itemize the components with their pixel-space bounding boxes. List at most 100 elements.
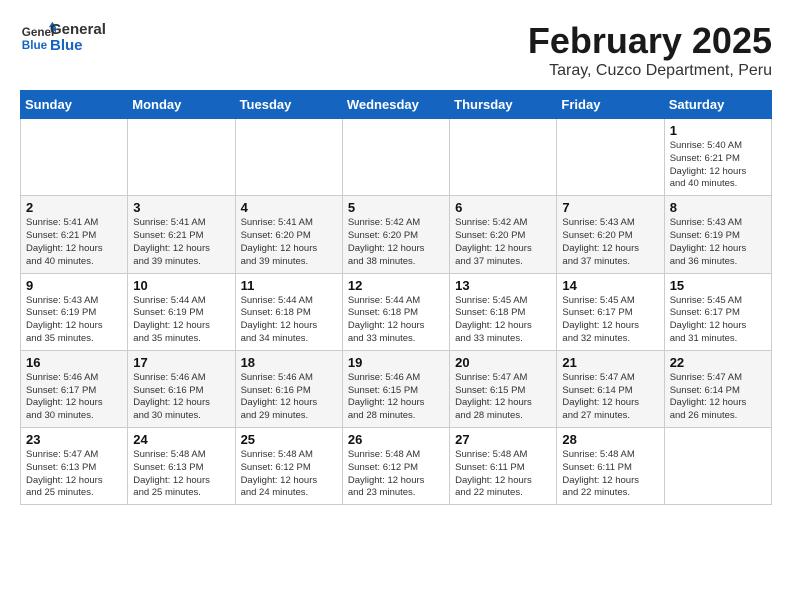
day-number: 12 [348,278,444,293]
day-info: Sunrise: 5:47 AM Sunset: 6:13 PM Dayligh… [26,449,122,500]
day-number: 15 [670,278,766,293]
week-row-4: 16 Sunrise: 5:46 AM Sunset: 6:17 PM Dayli… [21,350,772,427]
day-number: 21 [562,355,658,370]
day-number: 11 [241,278,337,293]
day-info: Sunrise: 5:48 AM Sunset: 6:13 PM Dayligh… [133,449,229,500]
month-title: February 2025 [528,20,772,62]
day-cell-13: 13 Sunrise: 5:45 AM Sunset: 6:18 PM Dayli… [450,273,557,350]
day-number: 2 [26,200,122,215]
day-cell-12: 12 Sunrise: 5:44 AM Sunset: 6:18 PM Dayli… [342,273,449,350]
day-cell-23: 23Sunrise: 5:47 AM Sunset: 6:13 PM Dayli… [21,428,128,505]
day-number: 19 [348,355,444,370]
day-cell-19: 19 Sunrise: 5:46 AM Sunset: 6:15 PM Dayli… [342,350,449,427]
day-info: Sunrise: 5:46 AM Sunset: 6:15 PM Dayligh… [348,372,444,423]
day-number: 18 [241,355,337,370]
svg-text:Blue: Blue [22,39,48,52]
day-info: Sunrise: 5:45 AM Sunset: 6:18 PM Dayligh… [455,295,551,346]
day-cell-2: 2 Sunrise: 5:41 AM Sunset: 6:21 PM Daylig… [21,196,128,273]
day-cell-21: 21Sunrise: 5:47 AM Sunset: 6:14 PM Dayli… [557,350,664,427]
day-info: Sunrise: 5:44 AM Sunset: 6:18 PM Dayligh… [348,295,444,346]
day-info: Sunrise: 5:44 AM Sunset: 6:19 PM Dayligh… [133,295,229,346]
day-number: 1 [670,123,766,138]
day-number: 27 [455,432,551,447]
day-number: 8 [670,200,766,215]
day-number: 25 [241,432,337,447]
day-info: Sunrise: 5:47 AM Sunset: 6:15 PM Dayligh… [455,372,551,423]
empty-cell [664,428,771,505]
day-info: Sunrise: 5:41 AM Sunset: 6:21 PM Dayligh… [26,217,122,268]
day-cell-1: 1 Sunrise: 5:40 AM Sunset: 6:21 PM Daylig… [664,119,771,196]
day-number: 3 [133,200,229,215]
day-cell-16: 16 Sunrise: 5:46 AM Sunset: 6:17 PM Dayli… [21,350,128,427]
day-number: 10 [133,278,229,293]
week-row-1: 1 Sunrise: 5:40 AM Sunset: 6:21 PM Daylig… [21,119,772,196]
day-number: 24 [133,432,229,447]
day-info: Sunrise: 5:46 AM Sunset: 6:16 PM Dayligh… [133,372,229,423]
day-cell-18: 18 Sunrise: 5:46 AM Sunset: 6:16 PM Dayli… [235,350,342,427]
day-info: Sunrise: 5:48 AM Sunset: 6:11 PM Dayligh… [562,449,658,500]
day-number: 14 [562,278,658,293]
day-cell-7: 7Sunrise: 5:43 AM Sunset: 6:20 PM Daylig… [557,196,664,273]
day-cell-15: 15 Sunrise: 5:45 AM Sunset: 6:17 PM Dayli… [664,273,771,350]
day-number: 26 [348,432,444,447]
day-cell-3: 3 Sunrise: 5:41 AM Sunset: 6:21 PM Daylig… [128,196,235,273]
weekday-header-sunday: Sunday [21,91,128,119]
weekday-header-saturday: Saturday [664,91,771,119]
week-row-2: 2 Sunrise: 5:41 AM Sunset: 6:21 PM Daylig… [21,196,772,273]
empty-cell [235,119,342,196]
logo-general: General [50,22,106,39]
day-info: Sunrise: 5:45 AM Sunset: 6:17 PM Dayligh… [562,295,658,346]
day-cell-26: 26 Sunrise: 5:48 AM Sunset: 6:12 PM Dayli… [342,428,449,505]
day-info: Sunrise: 5:44 AM Sunset: 6:18 PM Dayligh… [241,295,337,346]
page-header: General Blue General Blue February 2025 … [20,20,772,80]
day-info: Sunrise: 5:46 AM Sunset: 6:16 PM Dayligh… [241,372,337,423]
empty-cell [450,119,557,196]
day-cell-28: 28 Sunrise: 5:48 AM Sunset: 6:11 PM Dayli… [557,428,664,505]
day-number: 13 [455,278,551,293]
day-cell-8: 8 Sunrise: 5:43 AM Sunset: 6:19 PM Daylig… [664,196,771,273]
location-subtitle: Taray, Cuzco Department, Peru [528,62,772,80]
day-number: 22 [670,355,766,370]
day-info: Sunrise: 5:41 AM Sunset: 6:21 PM Dayligh… [133,217,229,268]
day-info: Sunrise: 5:42 AM Sunset: 6:20 PM Dayligh… [455,217,551,268]
weekday-header-row: SundayMondayTuesdayWednesdayThursdayFrid… [21,91,772,119]
day-cell-27: 27 Sunrise: 5:48 AM Sunset: 6:11 PM Dayli… [450,428,557,505]
day-cell-14: 14 Sunrise: 5:45 AM Sunset: 6:17 PM Dayli… [557,273,664,350]
day-cell-9: 9Sunrise: 5:43 AM Sunset: 6:19 PM Daylig… [21,273,128,350]
day-info: Sunrise: 5:43 AM Sunset: 6:19 PM Dayligh… [26,295,122,346]
day-cell-20: 20 Sunrise: 5:47 AM Sunset: 6:15 PM Dayli… [450,350,557,427]
empty-cell [342,119,449,196]
day-number: 28 [562,432,658,447]
weekday-header-tuesday: Tuesday [235,91,342,119]
empty-cell [557,119,664,196]
empty-cell [21,119,128,196]
day-cell-10: 10 Sunrise: 5:44 AM Sunset: 6:19 PM Dayli… [128,273,235,350]
day-number: 16 [26,355,122,370]
day-number: 6 [455,200,551,215]
day-number: 20 [455,355,551,370]
day-info: Sunrise: 5:48 AM Sunset: 6:11 PM Dayligh… [455,449,551,500]
day-number: 4 [241,200,337,215]
week-row-3: 9Sunrise: 5:43 AM Sunset: 6:19 PM Daylig… [21,273,772,350]
title-block: February 2025 Taray, Cuzco Department, P… [528,20,772,80]
weekday-header-monday: Monday [128,91,235,119]
day-cell-6: 6 Sunrise: 5:42 AM Sunset: 6:20 PM Daylig… [450,196,557,273]
day-info: Sunrise: 5:43 AM Sunset: 6:20 PM Dayligh… [562,217,658,268]
day-info: Sunrise: 5:40 AM Sunset: 6:21 PM Dayligh… [670,140,766,191]
calendar-table: SundayMondayTuesdayWednesdayThursdayFrid… [20,90,772,505]
day-cell-5: 5Sunrise: 5:42 AM Sunset: 6:20 PM Daylig… [342,196,449,273]
day-info: Sunrise: 5:48 AM Sunset: 6:12 PM Dayligh… [348,449,444,500]
day-info: Sunrise: 5:47 AM Sunset: 6:14 PM Dayligh… [670,372,766,423]
day-cell-22: 22 Sunrise: 5:47 AM Sunset: 6:14 PM Dayli… [664,350,771,427]
day-cell-24: 24 Sunrise: 5:48 AM Sunset: 6:13 PM Dayli… [128,428,235,505]
day-info: Sunrise: 5:46 AM Sunset: 6:17 PM Dayligh… [26,372,122,423]
empty-cell [128,119,235,196]
day-number: 17 [133,355,229,370]
day-info: Sunrise: 5:41 AM Sunset: 6:20 PM Dayligh… [241,217,337,268]
day-info: Sunrise: 5:48 AM Sunset: 6:12 PM Dayligh… [241,449,337,500]
day-info: Sunrise: 5:45 AM Sunset: 6:17 PM Dayligh… [670,295,766,346]
day-info: Sunrise: 5:42 AM Sunset: 6:20 PM Dayligh… [348,217,444,268]
weekday-header-wednesday: Wednesday [342,91,449,119]
day-cell-4: 4 Sunrise: 5:41 AM Sunset: 6:20 PM Daylig… [235,196,342,273]
day-info: Sunrise: 5:43 AM Sunset: 6:19 PM Dayligh… [670,217,766,268]
